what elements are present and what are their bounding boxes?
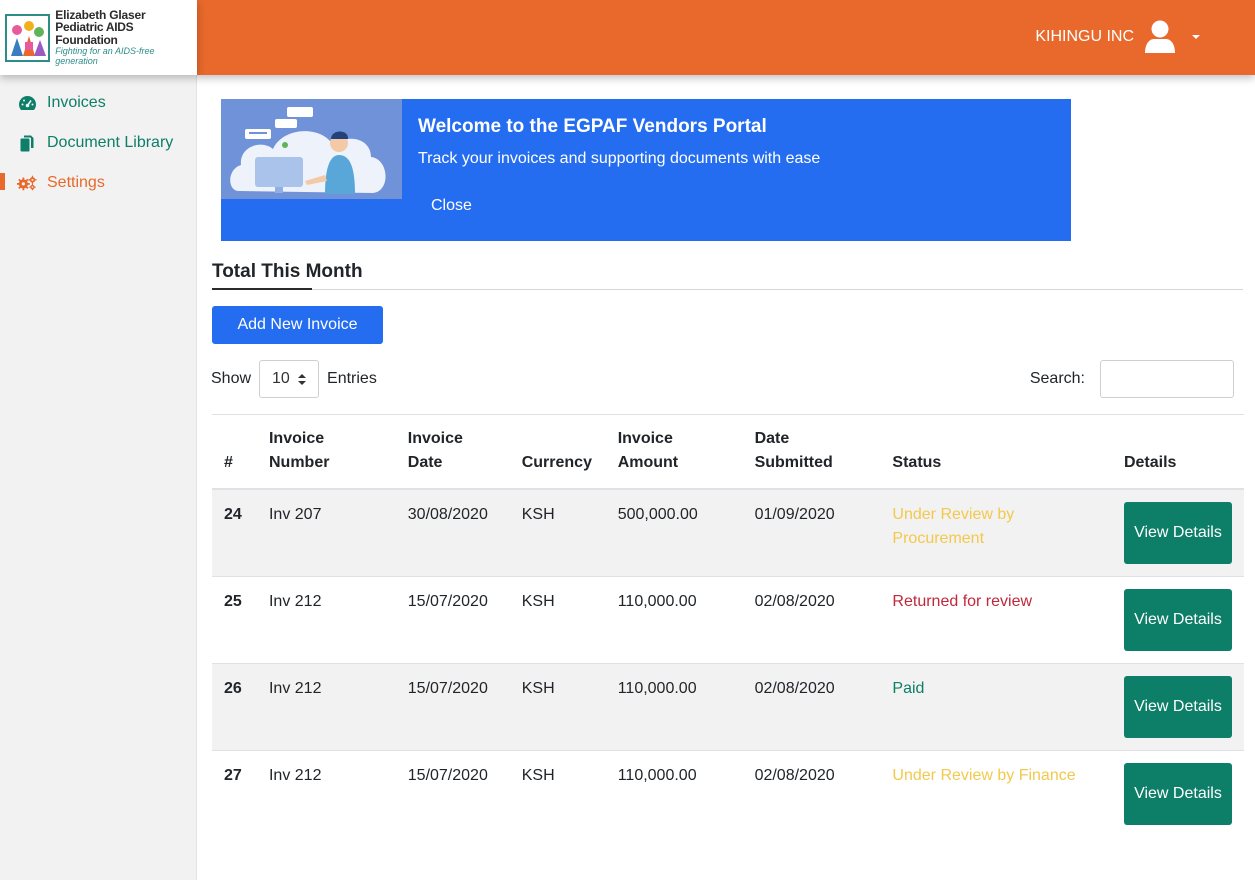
table-row: 24 Inv 207 30/08/2020 KSH 500,000.00 01/…	[212, 488, 1244, 576]
dashboard-icon	[17, 94, 37, 112]
show-label: Show	[211, 370, 252, 387]
select-arrows-icon	[298, 374, 307, 385]
welcome-illustration	[221, 99, 402, 199]
cell-invoice-number: Inv 212	[256, 575, 396, 663]
table-row: 27 Inv 212 15/07/2020 KSH 110,000.00 02/…	[212, 749, 1244, 837]
banner-title: Welcome to the EGPAF Vendors Portal	[418, 116, 767, 137]
entries-select-value: 10	[272, 370, 290, 387]
sidebar-item-label: Invoices	[47, 94, 106, 111]
user-icon	[1144, 20, 1176, 54]
cell-invoice-number: Inv 212	[256, 662, 396, 750]
status-badge: Under Review by Procurement	[880, 488, 1112, 576]
search-label: Search:	[1029, 370, 1085, 387]
cell-index: 27	[212, 749, 257, 837]
cell-index: 24	[212, 488, 257, 576]
sidebar-item-invoices[interactable]: Invoices	[0, 83, 196, 123]
sidebar: Invoices Document Library Settings	[0, 75, 197, 880]
header-details: Details	[1111, 414, 1244, 490]
cell-index: 25	[212, 575, 257, 663]
logo[interactable]: Elizabeth Glaser Pediatric AIDS Foundati…	[0, 0, 197, 75]
status-badge: Returned for review	[880, 575, 1112, 663]
user-menu[interactable]: KIHINGU INC	[1035, 20, 1200, 54]
cell-invoice-date: 30/08/2020	[395, 488, 510, 576]
banner-subtitle: Track your invoices and supporting docum…	[418, 150, 821, 167]
cell-currency: KSH	[509, 488, 606, 576]
cell-date-submitted: 01/09/2020	[742, 488, 881, 576]
add-new-invoice-button[interactable]: Add New Invoice	[212, 306, 383, 344]
top-header: KIHINGU INC	[197, 0, 1255, 75]
search-input[interactable]	[1100, 360, 1234, 398]
entries-label: Entries	[327, 370, 377, 387]
cell-invoice-amount: 110,000.00	[605, 575, 743, 663]
cell-invoice-amount: 500,000.00	[605, 488, 743, 576]
documents-icon	[17, 134, 37, 152]
cell-currency: KSH	[509, 575, 606, 663]
table-header-row: # Invoice Number Invoice Date Currency I…	[212, 414, 1244, 490]
header-currency: Currency	[509, 414, 606, 490]
header-invoice-number: Invoice Number	[256, 414, 396, 490]
entries-control: Show 10 Entries	[211, 360, 377, 398]
sidebar-item-settings[interactable]: Settings	[0, 163, 196, 203]
header-invoice-date: Invoice Date	[395, 414, 510, 490]
header-invoice-amount: Invoice Amount	[605, 414, 743, 490]
sidebar-item-label: Document Library	[47, 134, 174, 151]
header-index: #	[212, 414, 257, 490]
view-details-button[interactable]: View Details	[1123, 502, 1232, 564]
logo-tagline: Fighting for an AIDS-free generation	[55, 46, 155, 66]
header-date-submitted: Date Submitted	[742, 414, 881, 490]
table-row: 25 Inv 212 15/07/2020 KSH 110,000.00 02/…	[212, 575, 1244, 663]
cell-details: View Details	[1111, 749, 1244, 837]
cell-currency: KSH	[509, 662, 606, 750]
status-badge: Under Review by Finance	[880, 749, 1112, 837]
cell-date-submitted: 02/08/2020	[742, 662, 881, 750]
header-status: Status	[880, 414, 1112, 490]
cell-details: View Details	[1111, 575, 1244, 663]
cell-details: View Details	[1111, 662, 1244, 750]
cell-currency: KSH	[509, 749, 606, 837]
section-title: Total This Month	[212, 261, 363, 282]
section-divider	[212, 289, 1243, 290]
cell-invoice-date: 15/07/2020	[395, 749, 510, 837]
cell-invoice-amount: 110,000.00	[605, 749, 743, 837]
gears-icon	[17, 174, 37, 192]
view-details-button[interactable]: View Details	[1123, 675, 1232, 738]
entries-select[interactable]: 10	[259, 360, 320, 398]
cell-invoice-number: Inv 212	[256, 749, 396, 837]
view-details-button[interactable]: View Details	[1123, 588, 1232, 651]
cell-index: 26	[212, 662, 257, 750]
logo-line2: Pediatric AIDS Foundation	[55, 20, 134, 47]
cell-details: View Details	[1111, 488, 1244, 576]
cell-date-submitted: 02/08/2020	[742, 575, 881, 663]
cell-invoice-date: 15/07/2020	[395, 662, 510, 750]
close-banner-button[interactable]: Close	[419, 191, 484, 221]
table-row: 26 Inv 212 15/07/2020 KSH 110,000.00 02/…	[212, 662, 1244, 750]
sidebar-item-document-library[interactable]: Document Library	[0, 123, 196, 163]
section-underline	[212, 288, 312, 290]
user-name: KIHINGU INC	[1035, 28, 1134, 45]
invoices-table: # Invoice Number Invoice Date Currency I…	[212, 414, 1244, 837]
foundation-logo-icon	[5, 13, 51, 62]
sidebar-item-label: Settings	[47, 174, 105, 191]
status-badge: Paid	[880, 662, 1112, 750]
cell-invoice-date: 15/07/2020	[395, 575, 510, 663]
search-control: Search:	[1030, 360, 1234, 398]
view-details-button[interactable]: View Details	[1123, 762, 1232, 825]
chevron-down-icon[interactable]	[1192, 35, 1200, 39]
welcome-banner: Welcome to the EGPAF Vendors Portal Trac…	[221, 99, 1071, 241]
cell-date-submitted: 02/08/2020	[742, 749, 881, 837]
cell-invoice-amount: 110,000.00	[605, 662, 743, 750]
cell-invoice-number: Inv 207	[256, 488, 396, 576]
